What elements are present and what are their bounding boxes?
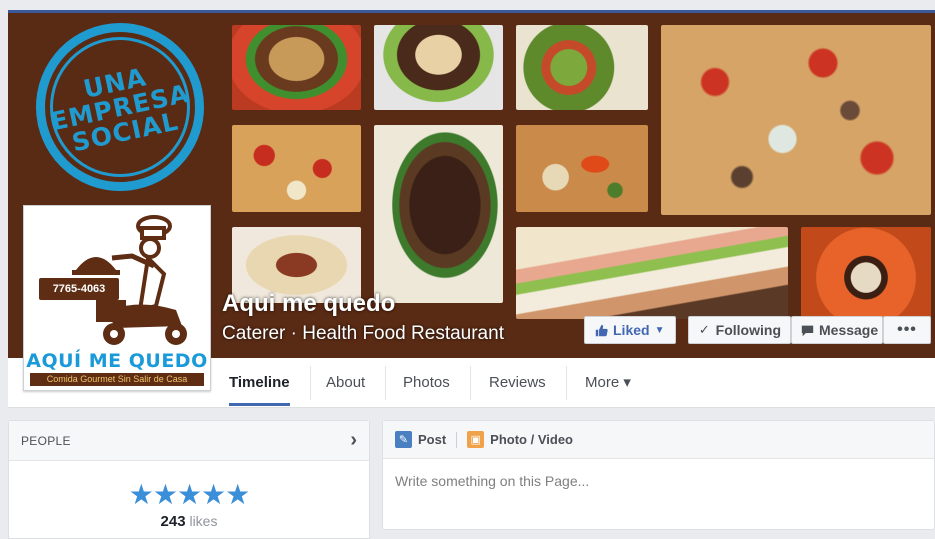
likes-count: 243 <box>160 513 186 530</box>
likes-summary[interactable]: 243 likes <box>9 513 369 530</box>
people-header[interactable]: PEOPLE › <box>9 421 369 461</box>
cover-food-photo <box>661 25 931 215</box>
brand-tagline: Comida Gourmet Sin Salir de Casa <box>30 373 204 386</box>
cover-food-photo <box>516 25 648 110</box>
tab-photo-video[interactable]: ▣ Photo / Video <box>467 431 573 448</box>
page-category: Caterer · Health Food Restaurant <box>222 323 504 344</box>
tab-divider <box>566 366 567 400</box>
cover-food-photo <box>516 125 648 212</box>
star-rating: ★★★★★ <box>128 479 251 510</box>
social-enterprise-stamp: UNA EMPRESA SOCIAL <box>20 13 220 207</box>
tab-timeline[interactable]: Timeline <box>229 358 290 406</box>
cover-food-photo <box>801 227 931 319</box>
tab-photos[interactable]: Photos <box>403 358 450 408</box>
tab-divider <box>310 366 311 400</box>
pencil-icon: ✎ <box>395 431 412 448</box>
tab-post[interactable]: ✎ Post <box>395 431 446 448</box>
composer-tab-divider <box>456 431 458 448</box>
photo-icon: ▣ <box>467 431 485 448</box>
likes-label: likes <box>189 513 218 529</box>
page-title[interactable]: Aqui me quedo <box>222 290 395 318</box>
liked-label: Liked <box>613 322 650 338</box>
composer-tabs: ✎ Post ▣ Photo / Video <box>383 421 934 459</box>
dropdown-caret-icon: ▼ <box>654 324 665 336</box>
cover-food-photo <box>232 125 361 212</box>
post-tab-label: Post <box>418 432 447 447</box>
post-input[interactable]: Write something on this Page... <box>395 473 589 489</box>
profile-picture[interactable]: 7765-4063 AQUÍ ME QUEDO Comida Gourmet S… <box>23 205 211 391</box>
thumbs-up-icon <box>594 323 608 337</box>
cover-food-photo <box>516 227 788 319</box>
photo-tab-label: Photo / Video <box>490 432 573 447</box>
message-label: Message <box>819 322 879 338</box>
tab-divider <box>385 366 386 400</box>
message-icon <box>801 323 814 337</box>
cover-food-photo <box>374 125 503 303</box>
following-button[interactable]: ✓ Following <box>688 316 791 344</box>
tab-reviews[interactable]: Reviews <box>489 358 546 408</box>
liked-button[interactable]: Liked ▼ <box>584 316 676 344</box>
post-composer: ✎ Post ▣ Photo / Video Write something o… <box>382 420 935 530</box>
stamp-text: UNA EMPRESA SOCIAL <box>48 61 192 157</box>
people-card: PEOPLE › ★★★★★ 243 likes <box>8 420 370 539</box>
brand-name: AQUÍ ME QUEDO <box>26 350 208 372</box>
tab-divider <box>470 366 471 400</box>
more-options-button[interactable]: ••• <box>883 316 931 344</box>
cover-food-photo <box>374 25 503 110</box>
phone-number: 7765-4063 <box>39 278 119 300</box>
tab-about[interactable]: About <box>326 358 365 408</box>
tab-more[interactable]: More ▾ <box>585 358 631 408</box>
people-title: PEOPLE <box>21 433 71 448</box>
message-button[interactable]: Message <box>791 316 883 344</box>
check-icon: ✓ <box>698 322 710 337</box>
following-label: Following <box>715 322 781 338</box>
cover-food-photo <box>232 25 361 110</box>
chevron-right-icon[interactable]: › <box>350 429 357 452</box>
